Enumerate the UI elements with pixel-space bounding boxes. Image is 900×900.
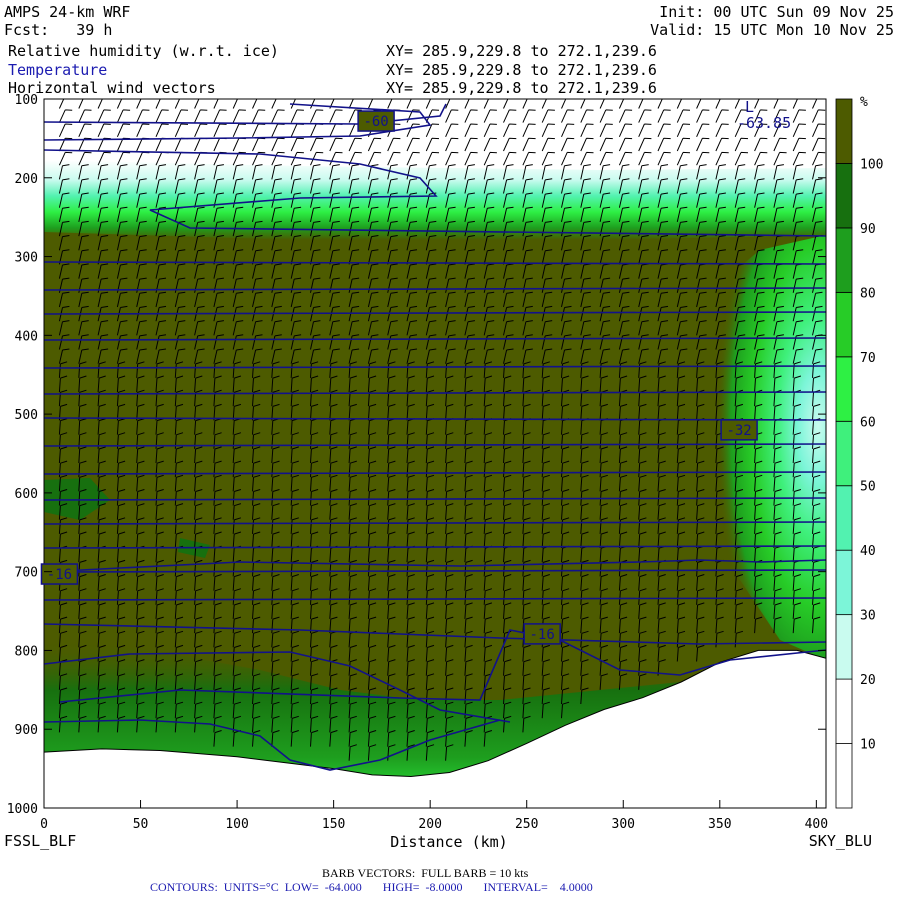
y-tick-label: 900 — [15, 723, 38, 738]
colorbar-segment — [835, 549, 853, 616]
y-tick-label: 600 — [15, 487, 38, 502]
x-axis-label: Distance (km) — [390, 833, 507, 851]
colorbar-label: 20 — [860, 673, 876, 688]
colorbar-label: 100 — [860, 157, 883, 172]
left-station-label: FSSL_BLF — [4, 832, 77, 850]
x-tick-label: 400 — [805, 817, 828, 832]
rh-field — [44, 99, 826, 808]
colorbar-segment — [835, 678, 853, 744]
contour-legend: CONTOURS: UNITS=°C LOW= -64.000 HIGH= -8… — [150, 880, 593, 894]
colorbar-label: 70 — [860, 351, 876, 366]
contour-label: -32 — [726, 423, 751, 439]
y-tick-label: 1000 — [7, 802, 38, 817]
x-tick-label: 50 — [133, 817, 149, 832]
cross-section-chart: -60-32-16-16 L-63.85 0 50 100 150 200 250 300 3… — [7, 93, 884, 851]
x-tick-label: 250 — [515, 817, 538, 832]
colorbar-segment — [835, 356, 853, 422]
colorbar-segment — [835, 420, 853, 487]
x-tick-label: 150 — [322, 817, 345, 832]
rh-upper-moist-band — [44, 160, 826, 240]
colorbar-segment — [835, 163, 853, 229]
y-tick-label: 500 — [15, 408, 38, 423]
colorbar-segment — [835, 227, 853, 293]
y-tick-label: 300 — [15, 251, 38, 266]
x-tick-label: 100 — [225, 817, 248, 832]
x-tick-label: 200 — [418, 817, 441, 832]
y-tick-label: 100 — [15, 93, 38, 108]
colorbar-segment — [835, 614, 853, 680]
colorbar-segment — [835, 291, 853, 358]
colorbar-segment — [835, 98, 853, 164]
barb-legend: BARB VECTORS: FULL BARB = 10 kts — [322, 866, 529, 880]
x-tick-label: 0 — [40, 817, 48, 832]
y-tick-label: 400 — [15, 329, 38, 344]
x-tick-label: 350 — [708, 817, 731, 832]
low-marker-value: -63.85 — [737, 114, 791, 132]
contour-label: -60 — [363, 114, 388, 130]
colorbar-label: 40 — [860, 544, 876, 559]
right-station-label: SKY_BLU — [808, 832, 872, 850]
colorbar-segment — [835, 485, 853, 551]
x-tick-label: 300 — [612, 817, 635, 832]
colorbar-label: 60 — [860, 415, 876, 430]
colorbar-label: 80 — [860, 286, 876, 301]
contour-label: -16 — [530, 627, 555, 643]
colorbar-segment — [835, 743, 853, 809]
colorbar-unit: % — [860, 95, 868, 110]
colorbar-label: 50 — [860, 480, 876, 495]
y-tick-label: 200 — [15, 172, 38, 187]
colorbar: 10 20 30 40 50 60 70 80 90 100% — [835, 95, 883, 809]
y-tick-label: 800 — [15, 644, 38, 659]
y-tick-label: 700 — [15, 566, 38, 581]
colorbar-label: 10 — [860, 738, 876, 753]
colorbar-label: 30 — [860, 609, 876, 624]
contour-label: -16 — [47, 567, 72, 583]
colorbar-label: 90 — [860, 222, 876, 237]
